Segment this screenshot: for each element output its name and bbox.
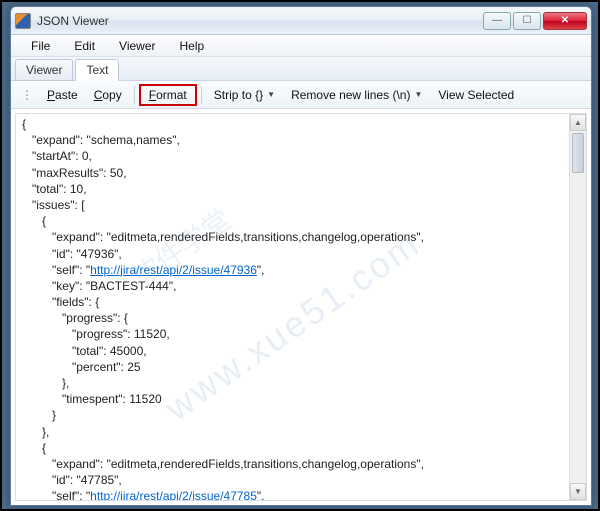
scroll-down-button[interactable]: ▼ <box>570 483 586 500</box>
scroll-up-button[interactable]: ▲ <box>570 114 586 131</box>
copy-button[interactable]: Copy <box>86 85 130 105</box>
content-area: { "expand": "schema,names", "startAt": 0… <box>15 113 587 501</box>
menu-viewer[interactable]: Viewer <box>107 37 167 55</box>
watermark-url: www.xue51.com <box>155 220 430 433</box>
strip-button[interactable]: Strip to {}▼ <box>206 85 283 105</box>
toolbar: ⋮ Paste Copy Format Strip to {}▼ Remove … <box>11 81 591 109</box>
toolbar-grip-icon: ⋮ <box>21 88 33 102</box>
chevron-down-icon: ▼ <box>414 90 422 99</box>
chevron-down-icon: ▼ <box>267 90 275 99</box>
window-title: JSON Viewer <box>37 14 483 28</box>
issue-link-1[interactable]: http://jira/rest/api/2/issue/47936 <box>90 263 257 277</box>
close-button[interactable]: ✕ <box>543 12 587 30</box>
issue-link-2[interactable]: http://jira/rest/api/2/issue/47785 <box>90 489 257 500</box>
remove-newlines-button[interactable]: Remove new lines (\n)▼ <box>283 85 430 105</box>
scroll-thumb[interactable] <box>572 133 584 173</box>
minimize-button[interactable]: — <box>483 12 511 30</box>
vertical-scrollbar[interactable]: ▲ ▼ <box>569 114 586 500</box>
maximize-button[interactable]: ☐ <box>513 12 541 30</box>
format-button[interactable]: Format <box>139 84 197 106</box>
json-text-area[interactable]: { "expand": "schema,names", "startAt": 0… <box>16 114 569 500</box>
menubar: File Edit Viewer Help <box>11 35 591 57</box>
paste-button[interactable]: Paste <box>39 85 86 105</box>
menu-edit[interactable]: Edit <box>62 37 107 55</box>
scroll-track[interactable] <box>570 131 586 483</box>
view-selected-button[interactable]: View Selected <box>430 85 522 105</box>
menu-help[interactable]: Help <box>168 37 217 55</box>
app-icon <box>15 13 31 29</box>
tab-viewer[interactable]: Viewer <box>15 59 73 81</box>
app-window: JSON Viewer — ☐ ✕ File Edit Viewer Help … <box>10 6 592 506</box>
menu-file[interactable]: File <box>19 37 62 55</box>
tabbar: Viewer Text <box>11 57 591 81</box>
tab-text[interactable]: Text <box>75 59 119 81</box>
titlebar[interactable]: JSON Viewer — ☐ ✕ <box>11 7 591 35</box>
